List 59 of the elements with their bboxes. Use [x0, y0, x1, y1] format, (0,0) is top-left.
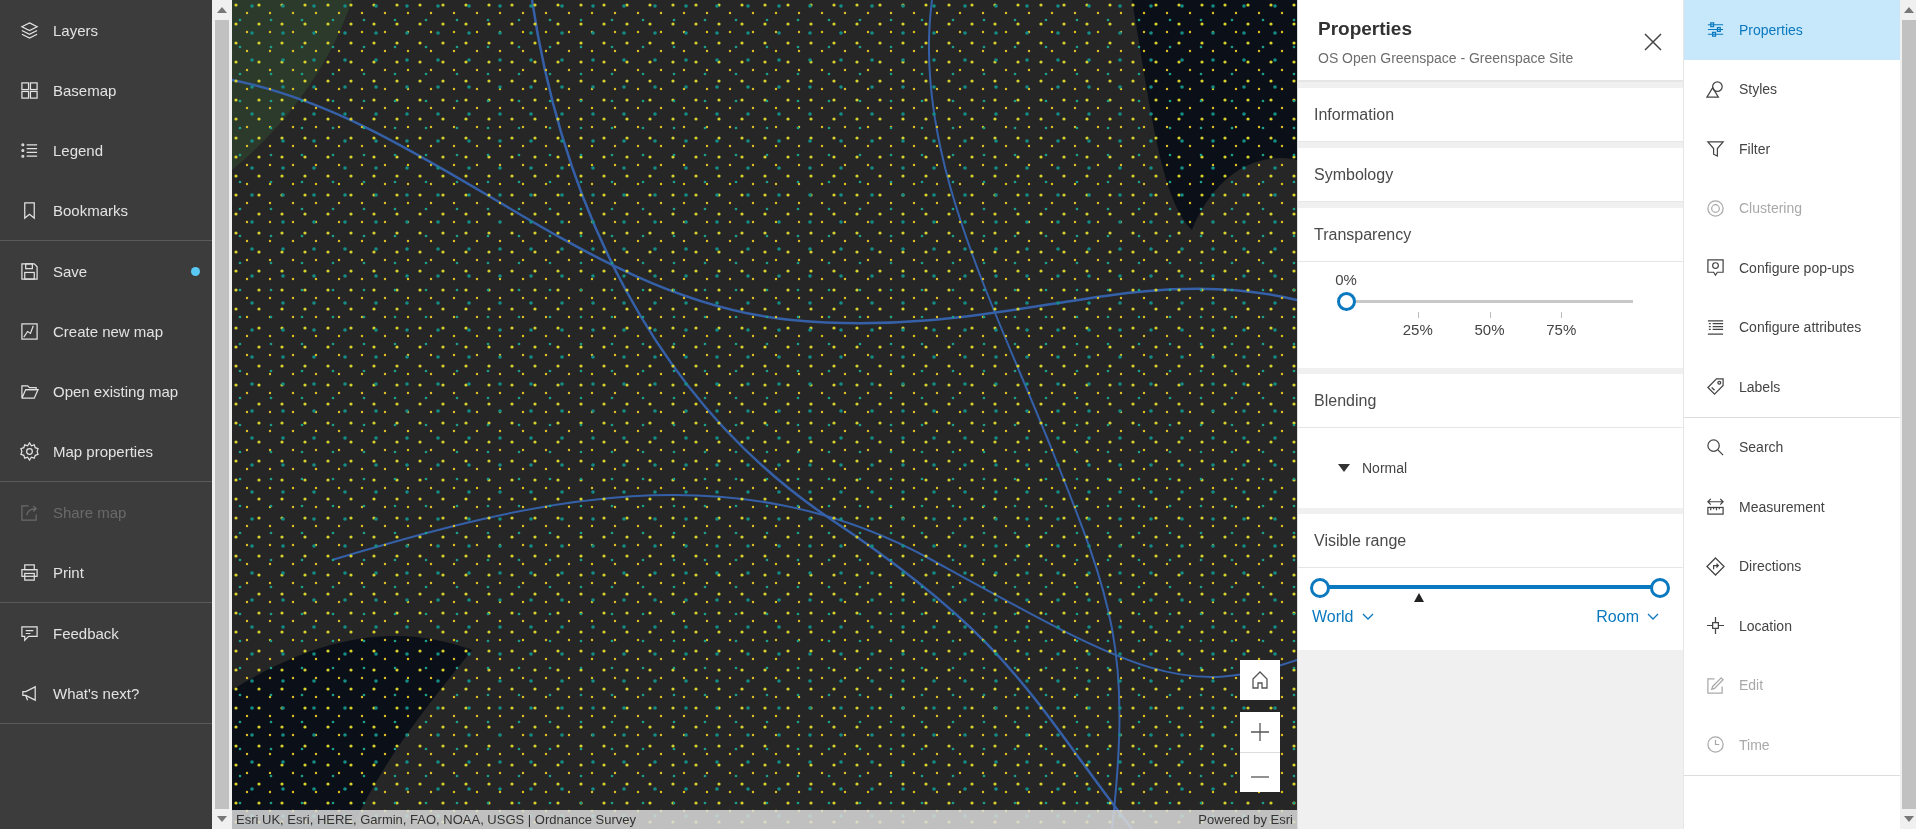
range-thumb[interactable] [1650, 577, 1670, 598]
megaphone-icon [20, 683, 39, 703]
tick-label: 75% [1546, 321, 1577, 338]
nav-item[interactable]: Basemap [0, 60, 212, 120]
nav-item[interactable]: Layers [0, 0, 212, 60]
tick-label: 25% [1402, 321, 1433, 338]
caret-down-icon [1338, 464, 1350, 472]
nav-item[interactable]: Legend [0, 120, 212, 180]
range-thumb[interactable] [1310, 577, 1330, 598]
minus-icon [1250, 776, 1270, 778]
search-icon [1706, 437, 1725, 457]
slider-thumb[interactable] [1336, 292, 1356, 311]
close-icon [1643, 32, 1663, 52]
nav-item[interactable]: Map properties [0, 421, 212, 481]
ruler-icon [1706, 497, 1725, 517]
share-icon [20, 502, 39, 522]
nav-item[interactable]: Create new map [0, 301, 212, 361]
grid-icon [20, 80, 39, 100]
nav-item[interactable]: Save [0, 241, 212, 301]
blend-dropdown[interactable]: Normal [1332, 459, 1414, 477]
max-scale-dropdown[interactable]: Room [1596, 608, 1659, 626]
panel-subtitle: OS Open Greenspace - Greenspace Site [1318, 50, 1574, 66]
printer-icon [20, 562, 39, 582]
plus-icon [1250, 722, 1270, 742]
chevron-down-icon [1361, 613, 1374, 621]
home-icon [1250, 670, 1270, 690]
chevron-down-icon [1647, 613, 1659, 621]
popup-gear-icon [1706, 258, 1725, 278]
tag-icon [1706, 377, 1725, 397]
funnel-icon [1706, 139, 1725, 159]
nav-item[interactable]: Print [0, 542, 212, 602]
tick-label: 50% [1474, 321, 1505, 338]
gear-icon [20, 441, 39, 461]
attribution-text: Esri UK, Esri, HERE, Garmin, FAO, NOAA, USGS | Ordnance Survey [236, 812, 636, 827]
tool-item[interactable]: Properties [1684, 0, 1900, 60]
nav-item[interactable]: Feedback [0, 603, 212, 663]
panel-title: Properties [1318, 18, 1413, 40]
layers-icon [20, 20, 39, 40]
clock-icon [1706, 735, 1725, 755]
min-scale-dropdown[interactable]: World [1312, 608, 1374, 626]
speech-bubble-icon [20, 623, 39, 643]
zoom-out-button[interactable] [1240, 752, 1280, 792]
zoom-in-button[interactable] [1240, 712, 1280, 752]
scrollbar[interactable] [212, 0, 232, 829]
list-icon [20, 140, 39, 160]
direction-sign-icon [1706, 556, 1725, 576]
home-button[interactable] [1240, 660, 1280, 700]
nav-item[interactable]: Open existing map [0, 361, 212, 421]
slider-value: 0% [1335, 271, 1357, 288]
crosshair-icon [1706, 616, 1725, 636]
lines-icon [1706, 317, 1725, 337]
scrollbar[interactable] [1900, 0, 1916, 829]
nav-item[interactable]: Bookmarks [0, 180, 212, 240]
pencil-icon [1706, 675, 1725, 695]
nav-item[interactable]: What's next? [0, 663, 212, 723]
powered-by-link[interactable]: Powered by Esri [1198, 812, 1293, 827]
shapes-icon [1706, 79, 1725, 99]
target-icon [1706, 198, 1725, 218]
sliders-icon [1706, 20, 1725, 40]
